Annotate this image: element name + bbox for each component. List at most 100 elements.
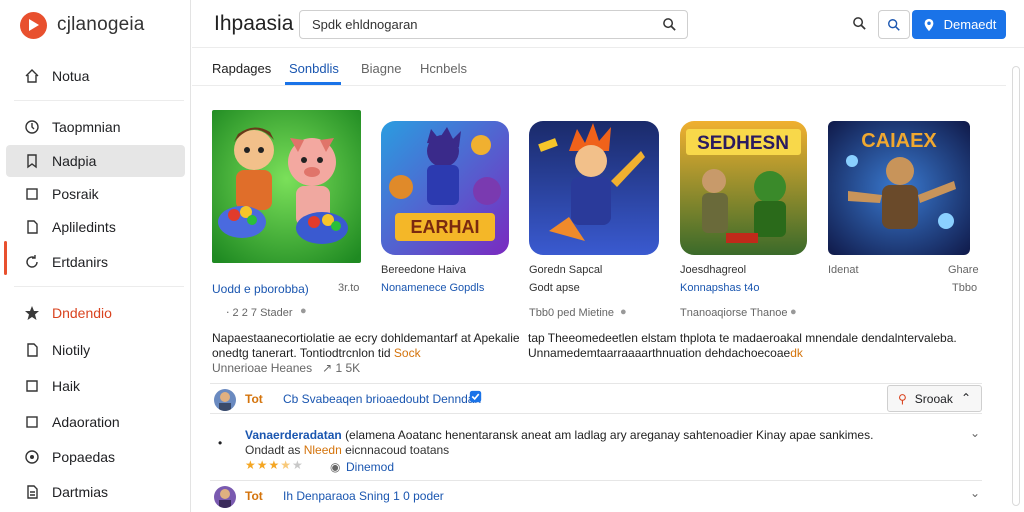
primary-action-button[interactable]: Demaedt [912,10,1006,39]
review-sub-link[interactable]: Nleedn [304,443,342,457]
sidebar-item-ertdanirs[interactable]: Ertdanirs [6,246,185,278]
document-icon [24,219,40,235]
clock-icon [24,119,40,135]
sidebar-item-label: Adaoration [52,414,120,430]
home-icon [24,68,40,84]
sidebar-item-posraik[interactable]: Posraik [6,178,185,210]
app-logo[interactable]: cjlanogeia [20,10,145,40]
sidebar: cjlanogeia Notua Taopmnian Nadpia Posrai… [0,0,191,512]
sidebar-item-haik[interactable]: Haik [6,370,185,402]
star-half-icon: ★ [280,458,293,472]
sidebar-item-dndendio[interactable]: Dndendio [6,297,185,329]
search-box[interactable] [299,10,688,39]
avatar[interactable] [214,486,236,508]
review-text[interactable]: Cb Svabeaqen brioaedoubt Denndan [283,392,481,406]
info-icon: ● [300,305,307,317]
info-icon: ● [620,306,627,318]
document-icon [24,342,40,358]
sidebar-item-label: Apliledints [52,219,116,235]
sidebar-item-popaedas[interactable]: Popaedas [6,441,185,473]
thumb-title-text: SEDHESN [697,133,789,154]
sidebar-item-apliledints[interactable]: Apliledints [6,211,185,243]
game-extra: Ghare [948,264,979,276]
top-header: Ihpaasia Demaedt [192,0,1024,48]
square-icon [24,186,40,202]
sidebar-item-label: Dartmias [52,484,109,500]
sidebar-item-dartmias[interactable]: Dartmias [6,476,185,508]
square-icon [24,414,40,430]
game-title[interactable]: Goredn Sapcal [529,264,602,276]
sidebar-item-adaoration[interactable]: Adaoration [6,406,185,438]
bookmark-icon [24,153,40,169]
hero-fighters-game-thumbnail[interactable]: EARHAI [381,121,509,255]
rating-text: Dinemod [346,460,395,474]
refresh-icon [24,254,40,270]
review-badge: Tot [245,489,263,503]
game-extra2: Tbbo [952,282,978,294]
sidebar-item-label: Niotily [52,342,91,358]
location-pin-icon [924,18,933,31]
review-text[interactable]: Ih Denparaoa Sning 1 0 poder [283,489,444,503]
tab-bar: Rapdages Sonbdlis Biagne Hcnbels [192,49,1006,86]
description-link[interactable]: Sock [394,346,421,360]
search-icon [888,18,900,31]
game-title[interactable]: Joesdhagreol [680,264,746,276]
description-text: Unnamedemtaarraaaarthnuation dehdachoeco… [528,346,791,360]
sidebar-divider [14,286,184,287]
thumb-title-text: CAIAEX [861,130,937,152]
reviewer-name[interactable]: Vanaerderadatan [245,428,342,442]
search-icon[interactable] [662,17,677,37]
tab-sonbdlis[interactable]: Sonbdlis [289,61,339,76]
game-title[interactable]: Bereedone Haiva [381,264,466,276]
filter-icon: ⚲ [898,391,907,406]
page-title: Ihpaasia [214,12,294,35]
description-line: tap Theeomedeetlen elstam thplota te mad… [528,331,957,345]
game-title[interactable]: Uodd e pborobba) [212,282,309,296]
sidebar-divider [14,100,184,101]
game-subtitle[interactable]: Nonamenece Gopdls [381,282,484,294]
info-icon: ● [790,306,797,318]
game-meta: ‧ 2 2 7 Stader [226,307,293,319]
row-divider [210,383,982,384]
description-link[interactable]: dk [790,346,803,360]
row-divider [210,413,982,414]
sidebar-item-label: Notua [52,68,90,84]
game-title[interactable]: Idenat [828,264,859,276]
sidebar-item-label: Ertdanirs [52,254,109,270]
sidebar-item-label: Taopmnian [52,119,121,135]
sidebar-item-niotily[interactable]: Niotily [6,334,185,366]
chevron-down-icon[interactable]: ⌄ [970,486,980,500]
description-text: Unnerioae Heanes [212,361,313,375]
fire-hair-hero-game-thumbnail[interactable] [529,121,659,255]
sidebar-item-nadpia[interactable]: Nadpia [6,145,185,177]
tab-rapdages[interactable]: Rapdages [212,61,271,76]
tab-biagne[interactable]: Biagne [361,61,401,76]
chevron-down-icon[interactable]: ⌄ [970,426,980,440]
description-line: Napaestaanecortiolatie ae ecry dohldeman… [212,331,520,345]
lens-button[interactable] [878,10,910,39]
game-subtitle[interactable]: Konnapshas t4o [680,282,760,294]
search-input[interactable] [312,17,642,32]
scrollbar-thumb[interactable] [1012,66,1020,506]
square-icon [24,378,40,394]
play-logo-icon [20,11,47,39]
warrior-game-thumbnail[interactable]: CAIAEX [828,121,970,255]
game-subtitle: Godt apse [529,282,580,294]
sidebar-item-notua[interactable]: Notua [6,60,185,92]
sort-label: Srooak [914,391,953,406]
tab-hcnbels[interactable]: Hcnbels [420,61,467,76]
description-text: onedtg tanerart. Tontiodtrcnlon tid [212,346,391,360]
description-line: onedtg tanerart. Tontiodtrcnlon tid Sock [212,346,520,361]
description-meta: 1 5K [335,361,361,375]
pig-chef-game-thumbnail[interactable] [212,110,361,263]
review-body: Vanaerderadatan (elamena Aoatanc henenta… [245,428,873,442]
search-icon[interactable] [852,16,867,36]
soldiers-battle-game-thumbnail[interactable]: SEDHESN [680,121,807,255]
review-sub-prefix: Ondadt as [245,443,301,457]
avatar[interactable] [214,389,236,411]
review-badge: Tot [245,392,263,406]
sort-dropdown[interactable]: ⚲ Srooak ⌃ [887,385,982,412]
chevron-up-icon: ⌃ [960,391,971,405]
star-icon [24,305,40,321]
sidebar-item-taopmnian[interactable]: Taopmnian [6,111,185,143]
